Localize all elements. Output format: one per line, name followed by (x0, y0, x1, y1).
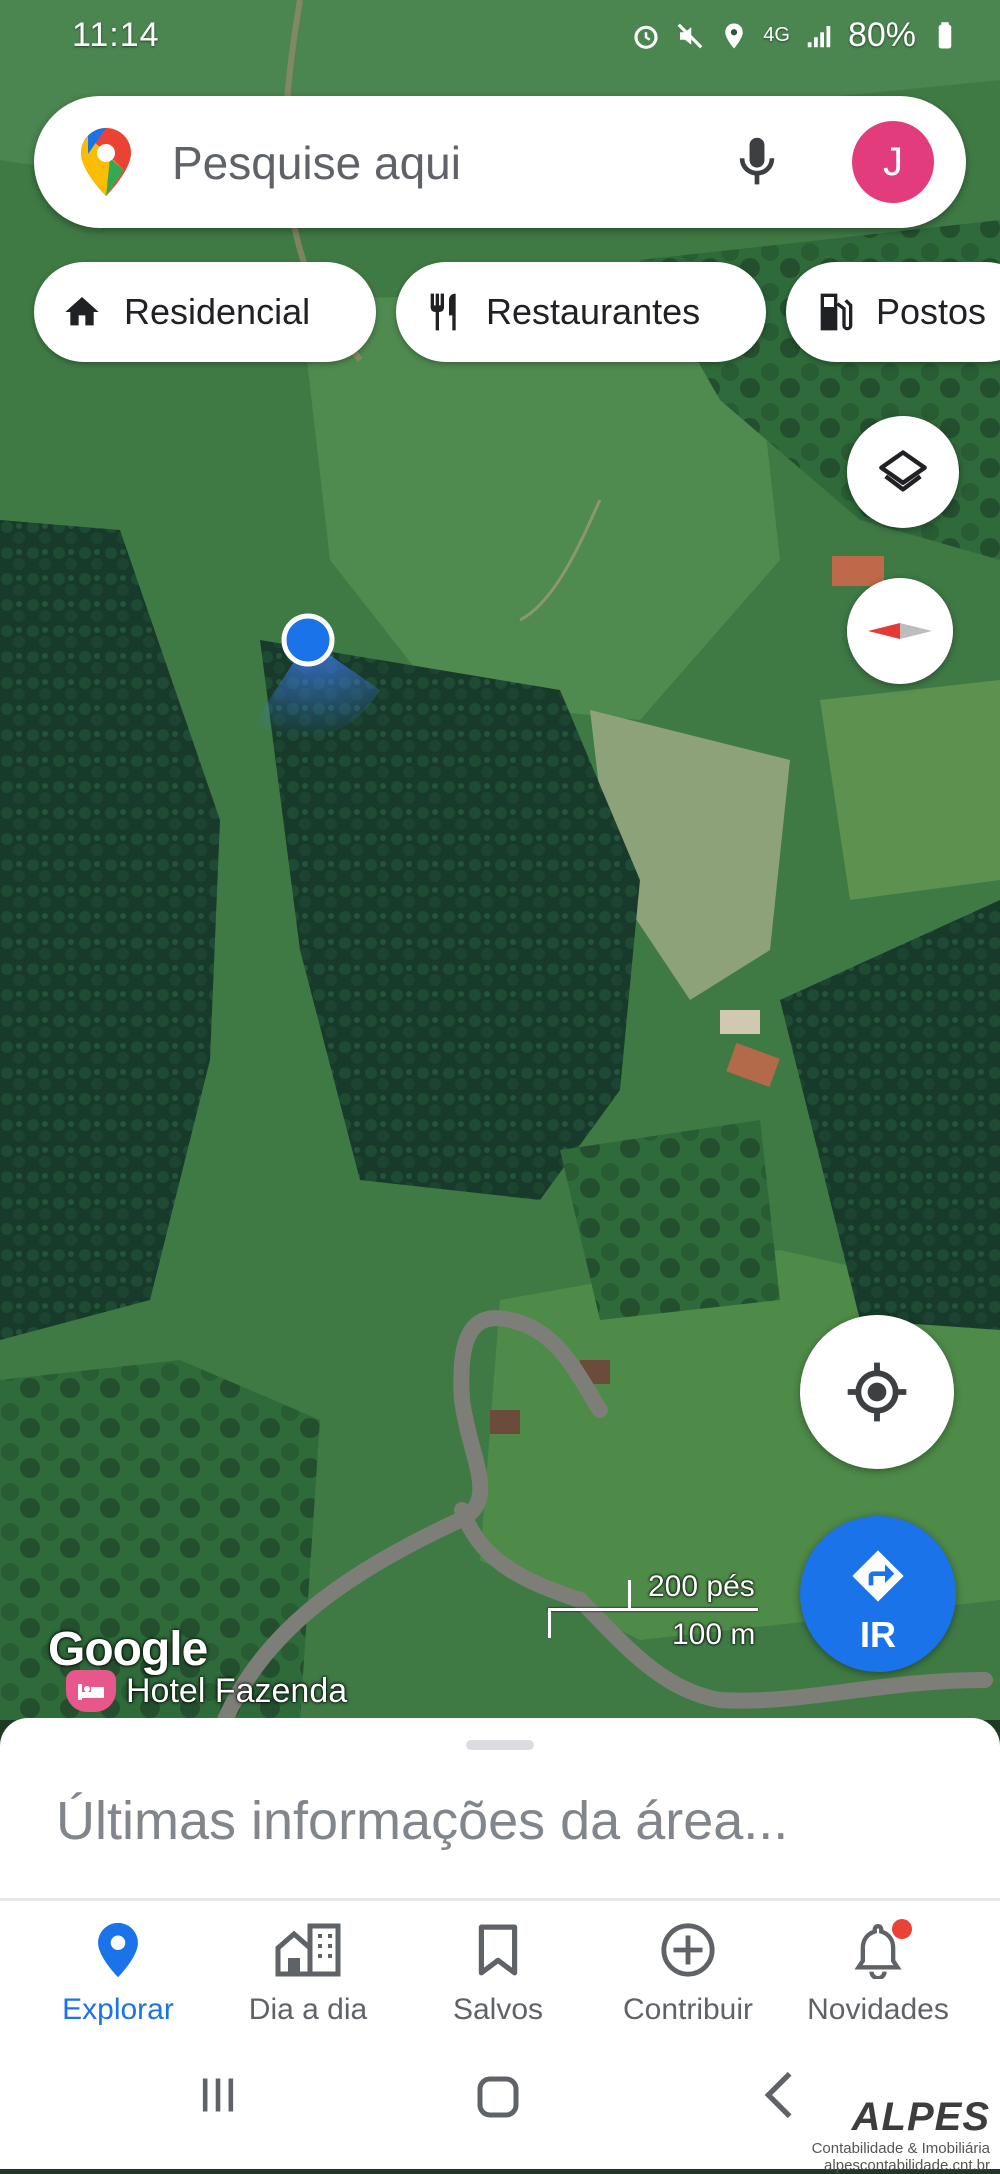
compass-button[interactable] (847, 578, 953, 684)
my-location-icon (847, 1362, 907, 1422)
directions-go-button[interactable]: IR (800, 1516, 956, 1672)
gas-station-icon (820, 293, 853, 331)
chip-label: Residencial (124, 291, 311, 332)
location-status-icon (725, 23, 743, 48)
watermark-name: ALPES (851, 2095, 990, 2139)
search-input[interactable]: Pesquise aqui (172, 136, 461, 190)
sheet-title: Últimas informações da área... (56, 1791, 789, 1851)
home-button-icon[interactable] (474, 2073, 522, 2121)
alarm-icon (634, 25, 658, 49)
status-bar: 11:14 4G 80% (0, 0, 1000, 72)
nav-label: Contribuir (622, 1993, 754, 2026)
watermark-tagline: Contabilidade & Imobiliária (811, 2140, 990, 2157)
poi-hotel-fazenda[interactable]: Hotel Fazenda (66, 1670, 347, 1712)
nav-contribuir[interactable]: Contribuir (588, 1919, 788, 2027)
chip-postos[interactable]: Postos (786, 262, 1000, 362)
nav-explorar[interactable]: Explorar (18, 1919, 218, 2027)
google-attribution: Google (48, 1623, 208, 1676)
microphone-icon[interactable] (734, 134, 780, 190)
nav-label: Dia a dia (248, 1993, 368, 2026)
poi-label: Hotel Fazenda (126, 1671, 348, 1710)
scale-metric: 100 m (672, 1618, 756, 1651)
chip-residencial[interactable]: Residencial (34, 262, 376, 362)
bottom-sheet[interactable]: Últimas informações da área... (0, 1718, 1000, 1900)
commute-icon (275, 1923, 341, 1977)
bottom-nav: Explorar Dia a dia Salvos Contribuir Nov… (0, 1901, 1000, 2031)
add-circle-icon (661, 1923, 715, 1977)
chip-restaurantes[interactable]: Restaurantes (396, 262, 766, 362)
sheet-handle[interactable] (466, 1740, 534, 1750)
account-avatar[interactable]: J (852, 121, 934, 203)
nav-salvos[interactable]: Salvos (398, 1919, 598, 2027)
battery-icon (938, 21, 952, 48)
signal-icon (807, 25, 831, 47)
system-nav-bar: ALPES Contabilidade & Imobiliária alpesc… (0, 2031, 1000, 2174)
scale-imperial: 200 pés (648, 1570, 755, 1603)
nav-novidades[interactable]: Novidades (778, 1919, 978, 2027)
restaurant-icon (430, 293, 456, 331)
hotel-icon (66, 1670, 116, 1712)
recent-apps-icon[interactable] (196, 2073, 240, 2117)
explore-pin-icon (98, 1922, 138, 1978)
layers-icon (879, 450, 927, 492)
notification-badge (892, 1919, 912, 1939)
maps-logo-icon (81, 128, 131, 196)
alpes-watermark: ALPES Contabilidade & Imobiliária alpesc… (812, 2095, 990, 2174)
watermark-url: alpescontabilidade.cnt.br (824, 2157, 990, 2174)
mute-icon (677, 23, 703, 48)
chip-label: Restaurantes (486, 291, 701, 332)
directions-icon (852, 1550, 904, 1602)
compass-icon (868, 623, 932, 639)
bookmark-icon (478, 1924, 518, 1976)
status-time: 11:14 (72, 16, 160, 54)
battery-percent: 80% (847, 16, 916, 54)
map-scale: 200 pés 100 m (548, 1570, 758, 1651)
home-icon (65, 297, 99, 326)
nav-dia-a-dia[interactable]: Dia a dia (208, 1919, 408, 2027)
my-location-button[interactable] (800, 1315, 954, 1469)
network-type: 4G (763, 24, 790, 46)
nav-label: Explorar (62, 1993, 174, 2026)
layers-button[interactable] (847, 416, 959, 528)
go-label: IR (860, 1614, 896, 1655)
back-icon[interactable] (762, 2069, 796, 2121)
current-location-dot (281, 613, 335, 667)
nav-label: Novidades (807, 1993, 949, 2026)
search-bar[interactable]: Pesquise aqui J (34, 96, 966, 228)
chip-label: Postos (876, 291, 987, 332)
nav-label: Salvos (452, 1993, 544, 2026)
